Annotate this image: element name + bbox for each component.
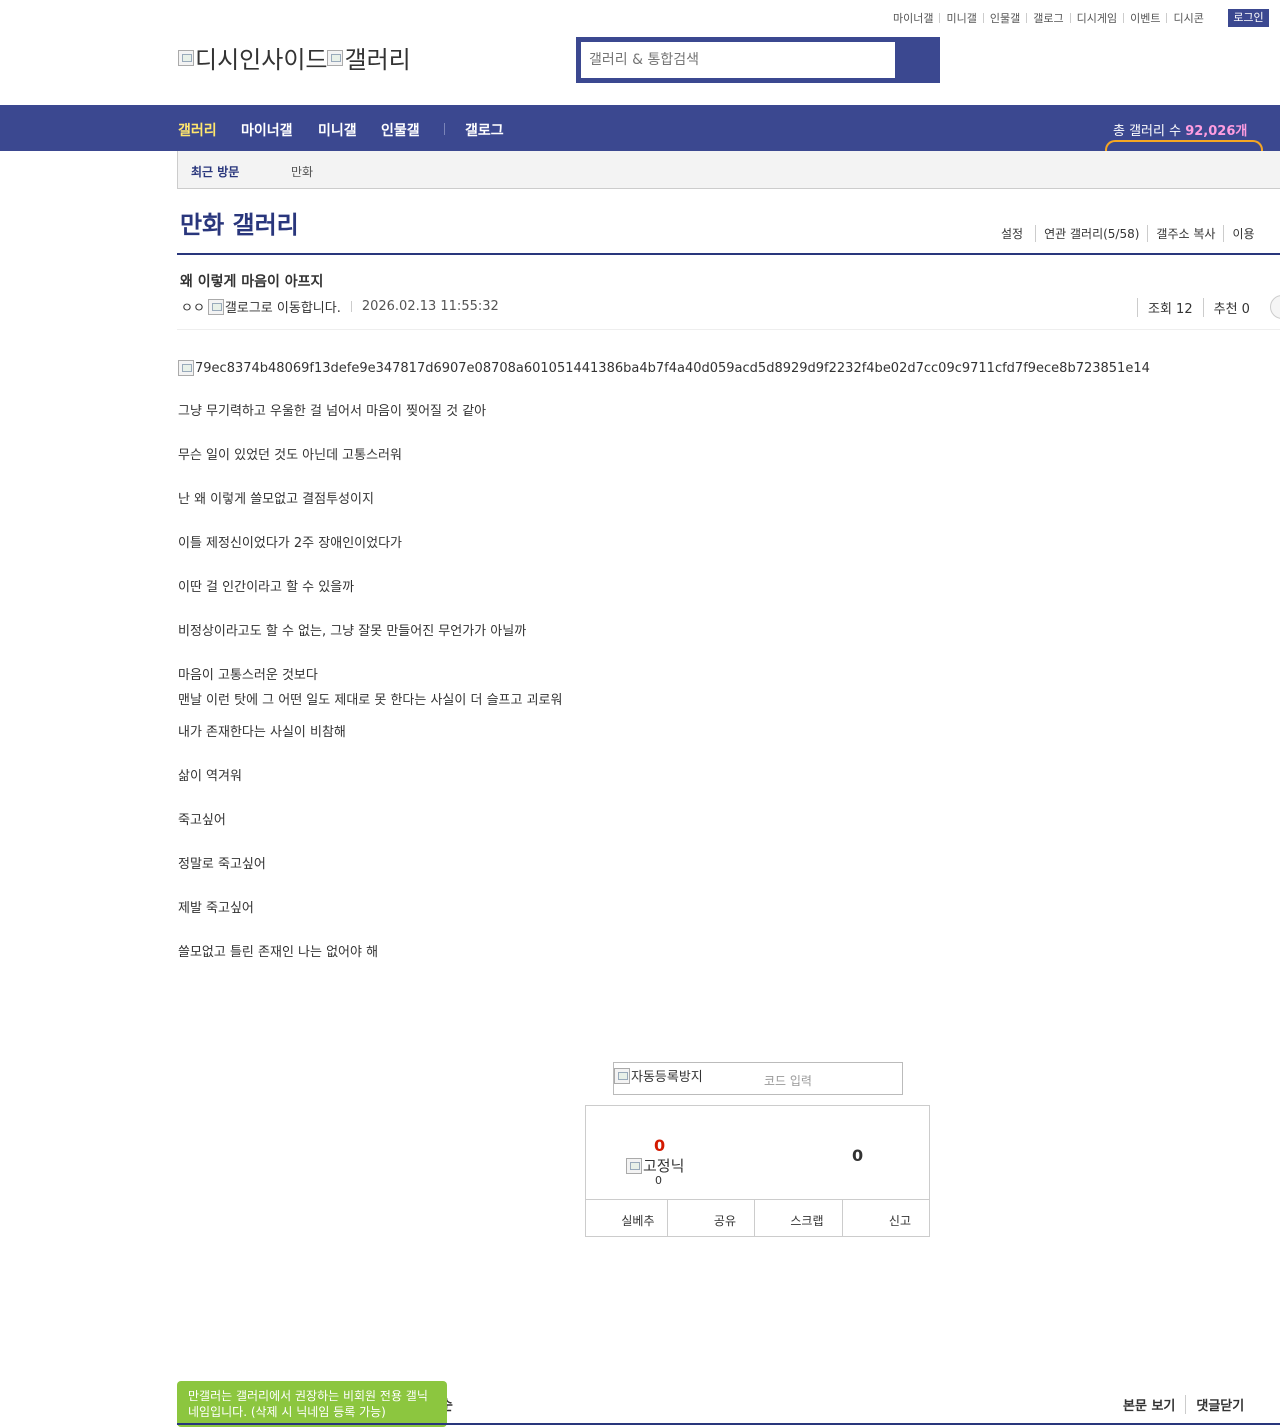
share-button[interactable]: 공유 (666, 1200, 755, 1236)
nav-gallery[interactable]: 갤러리 (178, 120, 217, 140)
nav-mini-gallery[interactable]: 미니갤 (318, 120, 357, 140)
fixed-nick-alt: 고정닉 (643, 1157, 685, 1175)
divider (350, 301, 352, 312)
gallery-title[interactable]: 만화 갤러리 (180, 205, 299, 240)
close-comments-link[interactable]: 댓글닫기 (1185, 1395, 1254, 1414)
divider (1166, 13, 1168, 23)
logo-alt-text: 갤러리 (344, 46, 411, 74)
util-links: 마이너갤 미니갤 인물갤 갤로그 디시게임 이벤트 디시콘 (893, 10, 1204, 26)
captcha-box: 자동등록방지 코드 입력 (613, 1062, 903, 1095)
site-logo[interactable]: 디시인사이드 갤러리 (178, 40, 411, 75)
post-line: 그냥 무기력하고 우울한 걸 넘어서 마음이 찢어질 것 같아 (178, 404, 487, 419)
util-link-event[interactable]: 이벤트 (1130, 10, 1160, 26)
util-link-minor[interactable]: 마이너갤 (893, 10, 933, 26)
recent-visit-item[interactable]: 만화 (291, 163, 313, 180)
gallog-alt-text: 갤로그로 이동합니다. (224, 301, 341, 316)
gallog-link[interactable]: 갤로그로 이동합니다. (207, 297, 341, 316)
fixed-nick-count: 0 (655, 1174, 662, 1187)
broken-image-icon (178, 49, 194, 66)
search-button[interactable] (895, 37, 940, 83)
gallery-menu: 설정 연관 갤러리(5/58) 갤주소 복사 이용 (1001, 225, 1263, 242)
search-input[interactable] (581, 42, 895, 78)
divider (444, 123, 445, 135)
view-count: 조회 12 (1137, 298, 1203, 317)
global-nav: 갤러리 마이너갤 미니갤 인물갤 갤로그 총 갤러리 수 92,026개 (0, 105, 1280, 151)
util-link-mini[interactable]: 미니갤 (946, 10, 976, 26)
logo-alt-text: 디시인사이드 (195, 46, 328, 74)
post-stats: 조회 12 추천 0 (1137, 298, 1260, 317)
broken-image-icon (614, 1067, 630, 1084)
post-line: 비정상이라고도 할 수 없는, 그냥 잘못 만들어진 무언가가 아닐까 (178, 624, 527, 639)
broken-image-icon (207, 298, 224, 315)
logo-gallery: 갤러리 (327, 40, 411, 75)
scrap-button[interactable]: 스크랩 (754, 1200, 842, 1236)
writer-nick[interactable]: ㅇㅇ (181, 297, 205, 316)
recommend-actions: 실베추 공유 스크랩 신고 (586, 1199, 929, 1236)
divider (1026, 13, 1028, 23)
divider (177, 1423, 1280, 1425)
post-line: 마음이 고통스러운 것보다 (178, 668, 318, 683)
logo-dcinside: 디시인사이드 (178, 40, 327, 75)
total-label: 총 갤러리 수 (1113, 124, 1186, 139)
util-link-dccon[interactable]: 디시콘 (1173, 10, 1203, 26)
total-value: 92,026개 (1185, 124, 1248, 139)
captcha-alt-text: 자동등록방지 (631, 1070, 703, 1085)
recommend-count: 추천 0 (1202, 298, 1260, 317)
post-line: 죽고싶어 (178, 813, 226, 828)
post-line: 난 왜 이렇게 쓸모없고 결점투성이지 (178, 492, 374, 507)
divider (982, 13, 984, 23)
post-line: 이딴 걸 인간이라고 할 수 있을까 (178, 580, 355, 595)
bottom-links: 본문 보기 댓글닫기 (1123, 1395, 1254, 1414)
broken-image-icon (327, 49, 344, 66)
broken-image-icon (178, 360, 194, 376)
post-line: 정말로 죽고싶어 (178, 857, 266, 872)
upvote-count: 0 (654, 1136, 666, 1155)
nav-person-gallery[interactable]: 인물갤 (381, 120, 420, 140)
recommend-box: 0 고정닉 0 0 실베추 공유 스크랩 신고 (585, 1105, 930, 1237)
related-gallery-link[interactable]: 연관 갤러리(5/58) (1035, 225, 1147, 242)
view-body-link[interactable]: 본문 보기 (1123, 1395, 1185, 1414)
post-image[interactable]: 79ec8374b48069f13defe9e347817d6907e08708… (178, 360, 1150, 376)
post-title: 왜 이렇게 마음이 아프지 (180, 274, 324, 290)
report-button[interactable]: 신고 (841, 1200, 930, 1236)
total-gallery-count: 총 갤러리 수 92,026개 (1113, 120, 1247, 139)
recent-visit-label[interactable]: 최근 방문 (191, 163, 239, 180)
search-box (576, 37, 940, 83)
util-link-person[interactable]: 인물갤 (990, 10, 1020, 26)
nav-minor-gallery[interactable]: 마이너갤 (241, 120, 293, 140)
divider (939, 13, 941, 23)
post-line: 내가 존재한다는 사실이 비참해 (178, 725, 346, 740)
captcha-code-input[interactable]: 코드 입력 (764, 1072, 812, 1089)
divider (177, 253, 1280, 255)
usage-link[interactable]: 이용 (1223, 225, 1262, 242)
post-image-alt: 79ec8374b48069f13defe9e347817d6907e08708… (195, 360, 1150, 376)
divider (1123, 13, 1125, 23)
login-button[interactable]: 로그인 (1228, 9, 1269, 27)
post-line: 이틀 제정신이었다가 2주 장애인이었다가 (178, 536, 402, 551)
post-line: 맨날 이런 탓에 그 어떤 일도 제대로 못 한다는 사실이 더 슬프고 괴로워 (178, 693, 563, 708)
fixed-nick-icon: 고정닉 (626, 1155, 684, 1176)
post-line: 쓸모없고 틀린 존재인 나는 없어야 해 (178, 945, 379, 960)
post-writer-info: ㅇㅇ 갤로그로 이동합니다. 2026.02.13 11:55:32 (181, 297, 499, 316)
copy-address-link[interactable]: 갤주소 복사 (1147, 225, 1223, 242)
post-date: 2026.02.13 11:55:32 (361, 299, 499, 314)
post-line: 무슨 일이 있었던 것도 아닌데 고통스러워 (178, 448, 402, 463)
util-link-gallog[interactable]: 갤로그 (1033, 10, 1063, 26)
nav-gallog[interactable]: 갤로그 (465, 120, 504, 140)
captcha-image: 자동등록방지 (614, 1066, 703, 1085)
downvote-count: 0 (852, 1146, 864, 1165)
more-button[interactable] (1270, 295, 1280, 319)
gallery-settings-link[interactable]: 설정 (1001, 225, 1035, 242)
post-content: 79ec8374b48069f13defe9e347817d6907e08708… (178, 360, 1150, 961)
post-line: 삶이 역겨워 (178, 769, 242, 784)
broken-image-icon (626, 1157, 642, 1174)
recent-visit-bar: 최근 방문 만화 (177, 151, 1280, 189)
util-link-dcgame[interactable]: 디시게임 (1077, 10, 1117, 26)
best-recommend-button[interactable]: 실베추 (586, 1200, 667, 1236)
divider (177, 329, 1280, 330)
post-line: 제발 죽고싶어 (178, 901, 254, 916)
nickname-tooltip: 만갤러는 갤러리에서 권장하는 비회원 전용 갤닉네임입니다. (삭제 시 닉네… (177, 1381, 447, 1427)
divider (1069, 13, 1071, 23)
